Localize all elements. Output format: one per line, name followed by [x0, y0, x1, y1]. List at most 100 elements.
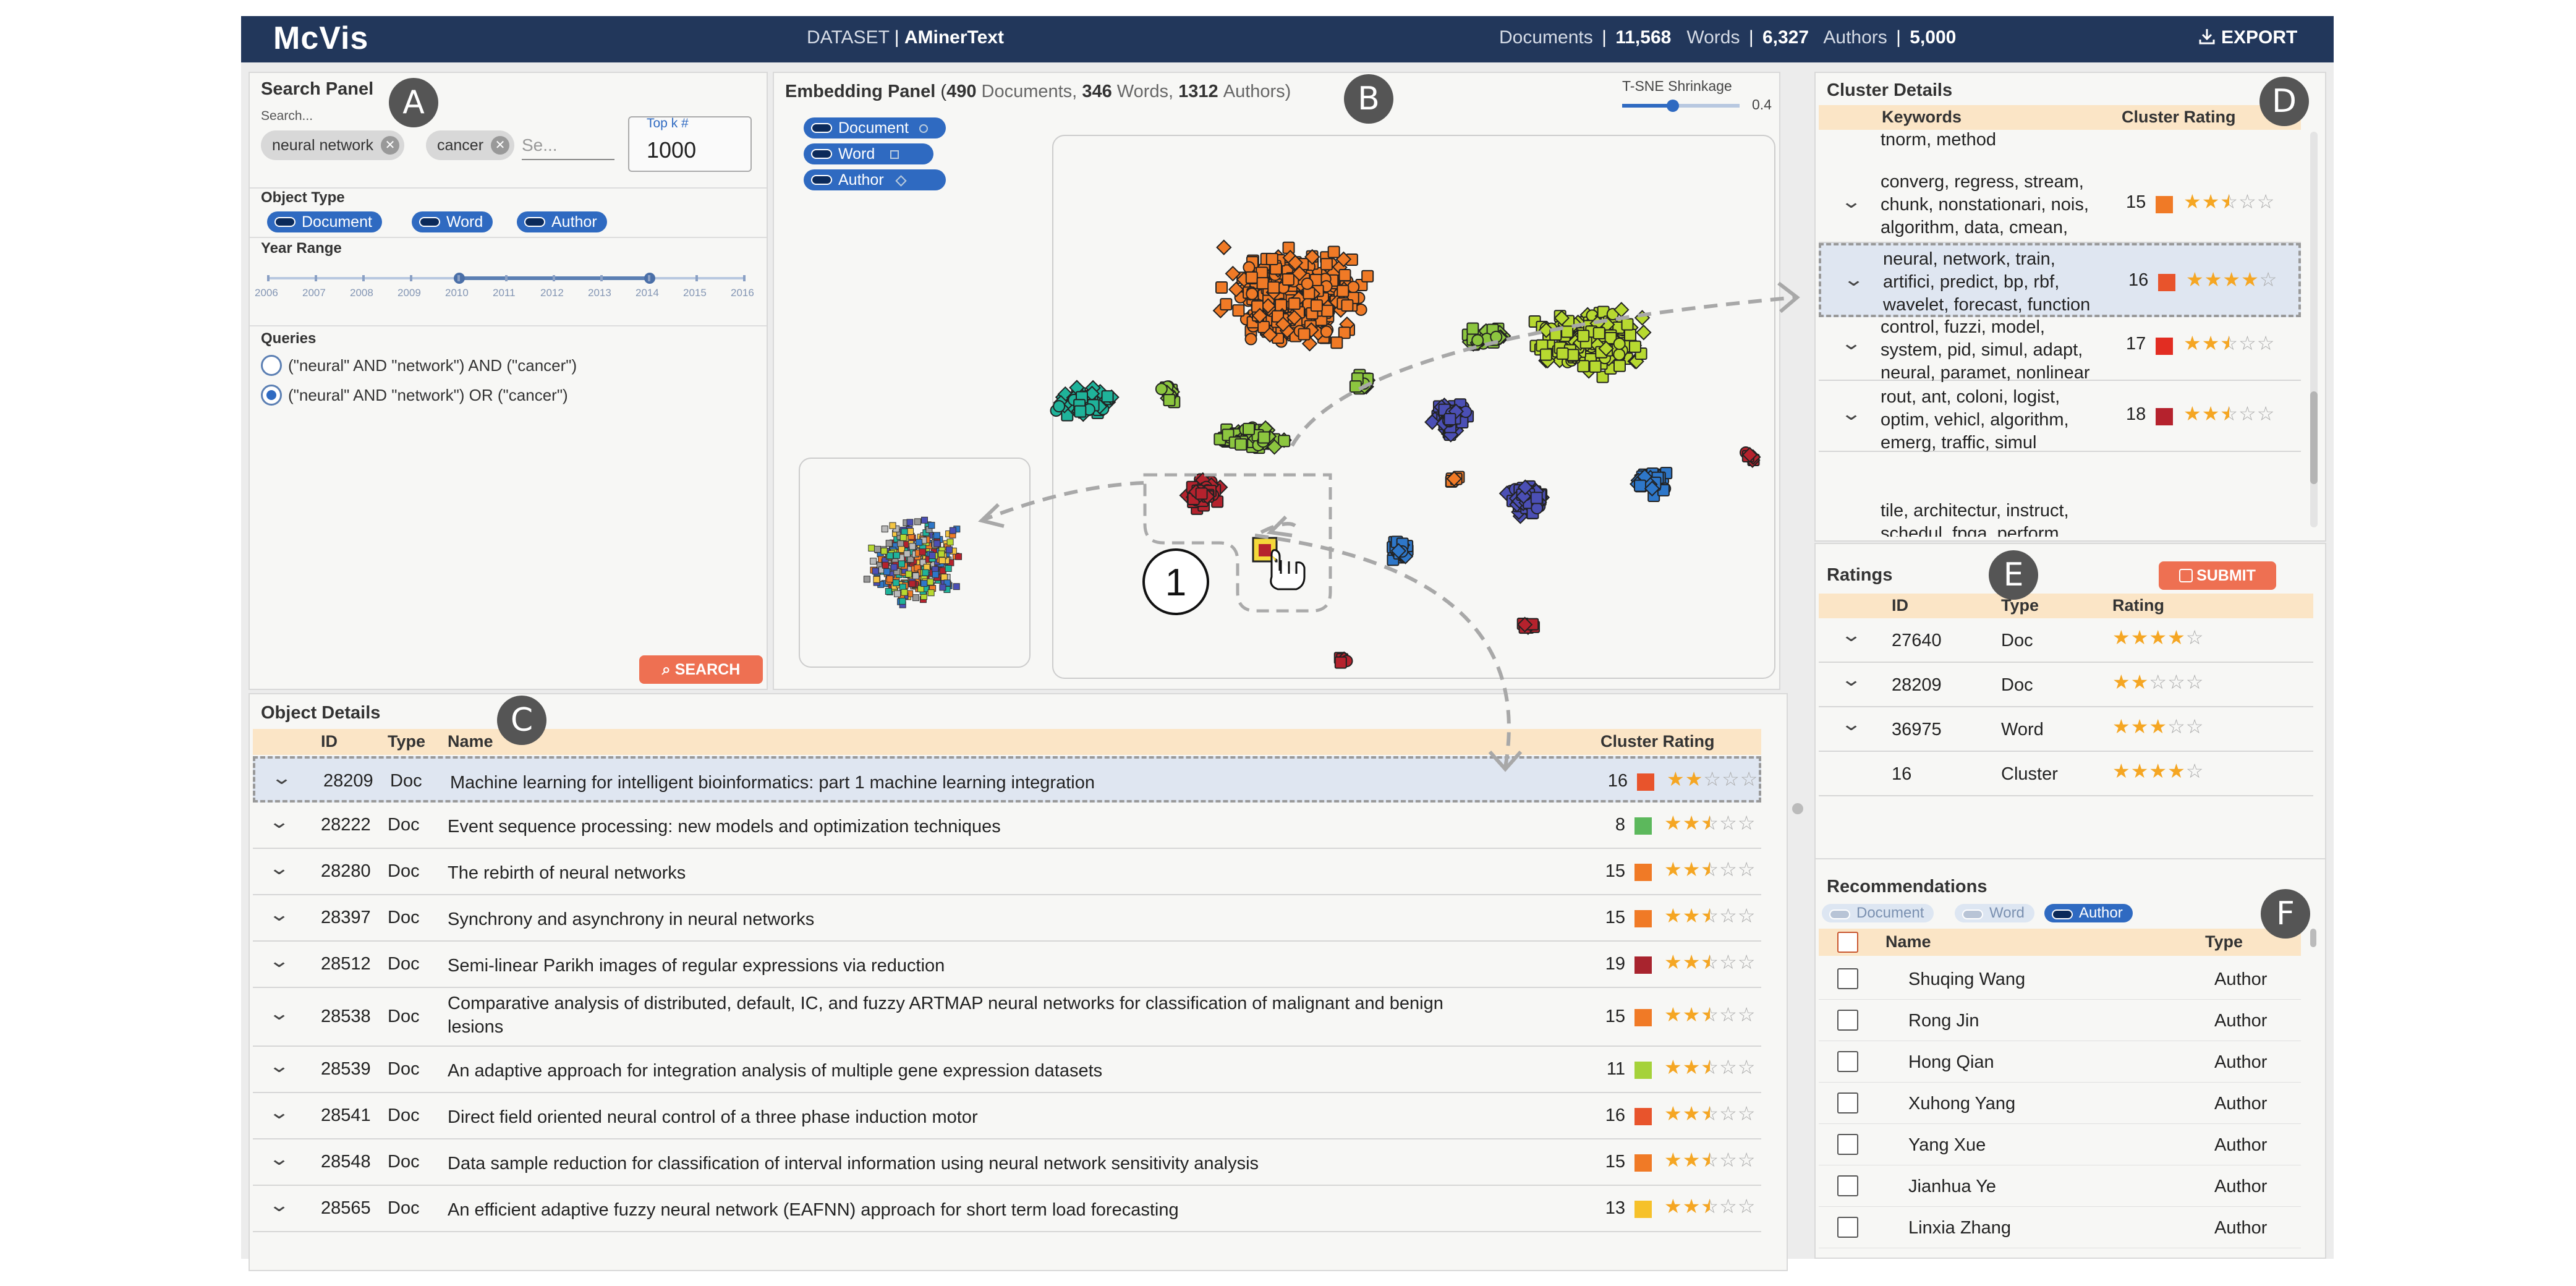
embedding-point[interactable] [1310, 299, 1323, 312]
expand-chevron-icon[interactable]: ⌄ [268, 858, 290, 879]
submit-button[interactable]: SUBMIT [2159, 561, 2276, 590]
embedding-point[interactable] [1334, 656, 1347, 669]
embedding-point[interactable] [1613, 359, 1626, 372]
embedding-point[interactable] [1577, 330, 1590, 343]
embedding-point[interactable] [1613, 348, 1626, 361]
search-chip-cancer[interactable]: cancer ✕ [426, 130, 515, 160]
export-button[interactable]: EXPORT [2198, 27, 2297, 48]
recommendation-checkbox[interactable] [1837, 1217, 1858, 1238]
rating-row[interactable]: ⌄ 28209 Doc ★★☆☆☆ [1819, 663, 2313, 707]
embedding-point[interactable] [1347, 281, 1360, 294]
object-cluster-stars[interactable]: ★★☆★☆☆ [1664, 1194, 1756, 1218]
rating-row[interactable]: ⌄ 36975 Word ★★★☆☆ [1819, 707, 2313, 752]
embedding-point[interactable] [1278, 435, 1291, 448]
topk-field[interactable]: Top k # 1000 [628, 116, 752, 172]
object-cluster-stars[interactable]: ★★☆★☆☆ [1664, 950, 1756, 974]
cluster-rating-stars[interactable]: ★★☆★☆☆ [2183, 402, 2275, 425]
object-cluster-stars[interactable]: ★★☆★☆☆ [1664, 811, 1756, 835]
embedding-point[interactable] [1327, 245, 1340, 258]
search-button[interactable]: ⌕ SEARCH [639, 655, 763, 684]
embedding-point[interactable] [1628, 340, 1641, 353]
object-cluster-stars[interactable]: ★★☆☆☆ [1667, 767, 1758, 791]
embedding-point[interactable] [1288, 297, 1301, 310]
object-details-scroll-dot[interactable] [1792, 803, 1803, 814]
expand-chevron-icon[interactable]: ⌄ [1840, 333, 1862, 354]
object-row[interactable]: ⌄ 28209 Doc Machine learning for intelligen… [253, 756, 1761, 803]
embedding-point[interactable] [1256, 266, 1269, 279]
recommendation-row[interactable]: Shuqing Wang Author [1819, 958, 2301, 1000]
embedding-point[interactable] [1490, 330, 1503, 343]
embedding-point[interactable] [1561, 325, 1574, 338]
select-all-checkbox[interactable] [1837, 932, 1858, 953]
recommendation-checkbox[interactable] [1837, 1134, 1858, 1155]
embedding-point[interactable] [1155, 383, 1168, 396]
embedding-point[interactable] [1235, 438, 1248, 451]
embedding-point[interactable] [1074, 405, 1087, 418]
embedding-point[interactable] [1267, 281, 1280, 294]
embedding-point[interactable] [1216, 239, 1232, 255]
embedding-point[interactable] [1220, 298, 1233, 311]
embedding-point[interactable] [1320, 325, 1333, 338]
query-radio-and[interactable] [261, 355, 282, 376]
recommendation-checkbox[interactable] [1837, 1092, 1858, 1114]
cluster-scrollbar[interactable] [2310, 132, 2318, 527]
embedding-point[interactable] [1330, 336, 1343, 349]
search-input[interactable]: Se... [522, 130, 614, 160]
object-cluster-stars[interactable]: ★★☆★☆☆ [1664, 1003, 1756, 1026]
object-row[interactable]: ⌄ 28565 Doc An efficient adaptive fuzzy neu… [253, 1186, 1761, 1232]
expand-chevron-icon[interactable]: ⌄ [1840, 403, 1862, 425]
object-row[interactable]: ⌄ 28280 Doc The rebirth of neural networks 1… [253, 849, 1761, 895]
embedding-point[interactable] [1242, 422, 1255, 435]
embedding-point[interactable] [1613, 337, 1626, 350]
embedding-point[interactable] [1321, 304, 1334, 317]
rating-stars[interactable]: ★★★★☆ [2112, 626, 2204, 649]
cluster-row[interactable]: ⌄ neural, network, train, artifici, predic… [1819, 243, 2301, 317]
object-row[interactable]: ⌄ 28512 Doc Semi-linear Parikh images of re… [253, 942, 1761, 988]
object-row[interactable]: ⌄ 28538 Doc Comparative analysis of distrib… [253, 988, 1761, 1047]
embedding-point[interactable] [1298, 328, 1311, 341]
object-row[interactable]: ⌄ 28222 Doc Event sequence processing: new … [253, 803, 1761, 849]
embedding-point[interactable] [1361, 270, 1374, 283]
embedding-point[interactable] [1195, 487, 1208, 500]
expand-chevron-icon[interactable]: ⌄ [268, 1055, 290, 1077]
embedding-point[interactable] [1634, 479, 1647, 492]
embedding-point[interactable] [1244, 333, 1257, 346]
recommendation-row[interactable]: Xuhong Yang Author [1819, 1083, 2301, 1124]
embedding-point[interactable] [1246, 287, 1259, 300]
embedding-point[interactable] [1592, 326, 1605, 339]
cluster-row[interactable]: ⌄ control, fuzzi, model, system, pid, simu… [1819, 311, 2301, 383]
embedding-point[interactable] [1466, 322, 1479, 335]
embedding-point[interactable] [1337, 284, 1350, 297]
cluster-row[interactable]: ⌄ rout, ant, coloni, logist, optim, vehicl… [1819, 381, 2301, 453]
embedding-point[interactable] [1530, 492, 1543, 505]
embedding-point[interactable] [1101, 390, 1114, 403]
query-radio-or[interactable] [261, 385, 282, 406]
embedding-point[interactable] [1232, 304, 1245, 317]
recommendation-row[interactable]: Jianhua Ye Author [1819, 1165, 2301, 1207]
object-row[interactable]: ⌄ 28541 Doc Direct field oriented neural co… [253, 1093, 1761, 1139]
recommendation-checkbox[interactable] [1837, 968, 1858, 989]
embedding-point[interactable] [1624, 328, 1637, 341]
embedding-point[interactable] [1341, 299, 1354, 312]
object-cluster-stars[interactable]: ★★☆★☆☆ [1664, 904, 1756, 927]
object-row[interactable]: ⌄ 28539 Doc An adaptive approach for integr… [253, 1047, 1761, 1093]
rec-toggle-document[interactable]: Document [1822, 904, 1934, 922]
year-range-slider[interactable]: 2006 2007 2008 2009 2010 2011 2012 2013 2014 2015… [255, 273, 754, 302]
object-cluster-stars[interactable]: ★★☆★☆☆ [1664, 1055, 1756, 1079]
embedding-point[interactable] [1265, 252, 1278, 265]
embedding-point[interactable] [1243, 261, 1256, 274]
recommendation-row[interactable]: Hong Qian Author [1819, 1041, 2301, 1083]
embedding-point[interactable] [1471, 334, 1484, 347]
recommendation-checkbox[interactable] [1837, 1010, 1858, 1031]
object-cluster-stars[interactable]: ★★☆★☆☆ [1664, 1148, 1756, 1172]
embedding-point[interactable] [1531, 501, 1544, 514]
cluster-row[interactable]: ⌄ converg, regress, stream, chunk, nonstat… [1819, 166, 2301, 260]
expand-chevron-icon[interactable]: ⌄ [268, 950, 290, 972]
rating-stars[interactable]: ★★★★☆ [2112, 759, 2204, 783]
recommendation-checkbox[interactable] [1837, 1051, 1858, 1072]
expand-chevron-icon[interactable]: ⌄ [1840, 624, 1862, 646]
expand-chevron-icon[interactable]: ⌄ [1843, 269, 1864, 291]
embedding-scatter-plot[interactable]: 1 [774, 73, 1779, 689]
recommendation-row[interactable]: Yang Xue Author [1819, 1124, 2301, 1165]
embedding-point[interactable] [1589, 360, 1602, 373]
